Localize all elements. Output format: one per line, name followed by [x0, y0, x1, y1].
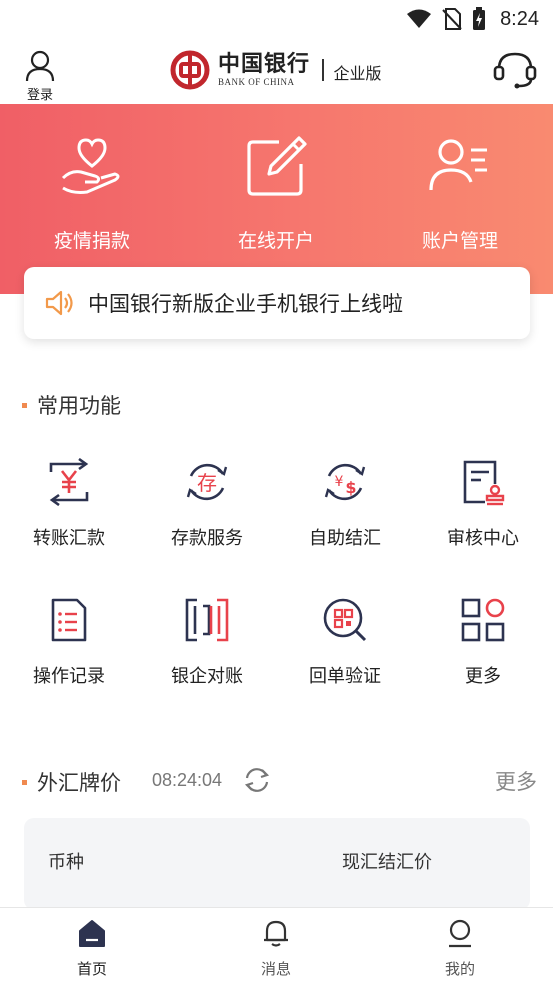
- svg-text:¥: ¥: [335, 474, 344, 490]
- section-marker: [22, 402, 27, 408]
- speaker-icon: [45, 290, 73, 316]
- func-receipt-verify[interactable]: 回单验证: [281, 596, 409, 688]
- announcement-bar[interactable]: 中国银行新版企业手机银行上线啦: [24, 267, 530, 339]
- func-self-exchange[interactable]: ¥ $ 自助结汇: [281, 458, 409, 550]
- status-time: 8:24: [500, 7, 539, 30]
- column-header-currency: 币种: [48, 852, 84, 873]
- section-marker: [22, 779, 27, 785]
- common-functions-heading: 常用功能: [22, 390, 121, 420]
- forex-more-link[interactable]: 更多: [495, 766, 537, 796]
- app-header: 登录 中国银行 BANK OF CHINA 企业版: [0, 38, 553, 104]
- bank-logo: 中国银行 BANK OF CHINA 企业版: [170, 50, 382, 90]
- reconcile-icon: [185, 598, 229, 642]
- hero-item-account-management[interactable]: 账户管理: [390, 132, 530, 253]
- hero-item-donation[interactable]: 疫情捐款: [22, 132, 162, 253]
- status-bar: 8:24: [0, 0, 553, 38]
- edit-icon: [247, 136, 307, 196]
- refresh-icon[interactable]: [243, 766, 271, 794]
- review-icon: [463, 460, 505, 506]
- bottom-nav: 首页 消息 我的: [0, 907, 553, 983]
- column-header-spot-rate: 现汇结汇价: [342, 852, 432, 873]
- nav-home[interactable]: 首页: [47, 918, 137, 979]
- heart-hand-icon: [61, 138, 120, 194]
- func-transfer[interactable]: 转账汇款: [5, 457, 133, 550]
- battery-icon: [473, 7, 486, 30]
- hero-item-open-account[interactable]: 在线开户: [206, 132, 346, 253]
- record-icon: [51, 598, 87, 642]
- forex-update-time: 08:24:04: [152, 770, 223, 790]
- section-title: 外汇牌价: [37, 771, 121, 795]
- func-more[interactable]: 更多: [419, 596, 547, 688]
- customer-service-button[interactable]: [493, 50, 537, 90]
- func-review-center[interactable]: 审核中心: [419, 458, 547, 550]
- nav-messages[interactable]: 消息: [231, 918, 321, 979]
- login-label: 登录: [26, 88, 53, 103]
- func-label: 审核中心: [447, 528, 519, 549]
- logo-english: BANK OF CHINA: [218, 77, 295, 87]
- profile-icon: [449, 919, 471, 948]
- nav-profile[interactable]: 我的: [415, 918, 505, 979]
- func-label: 操作记录: [33, 666, 105, 687]
- nav-label: 消息: [260, 960, 291, 978]
- edition-label: 企业版: [333, 64, 382, 83]
- func-label: 回单验证: [309, 666, 381, 687]
- hero-banner: 疫情捐款 在线开户 账户管理: [0, 104, 553, 294]
- user-list-icon: [429, 139, 487, 191]
- func-deposit[interactable]: 存 存款服务: [143, 458, 271, 550]
- func-label: 存款服务: [171, 528, 243, 549]
- deposit-icon: 存: [186, 463, 228, 501]
- user-icon: [25, 50, 55, 82]
- more-grid-icon: [461, 598, 505, 642]
- forex-table: 币种 现汇结汇价: [24, 818, 530, 910]
- nav-label: 首页: [76, 960, 107, 978]
- logo-divider: [322, 59, 324, 81]
- headset-icon: [493, 52, 537, 89]
- func-label: 银企对账: [171, 666, 243, 687]
- nav-label: 我的: [444, 960, 475, 978]
- forex-heading: 外汇牌价: [22, 767, 121, 797]
- login-button[interactable]: 登录: [18, 48, 62, 103]
- announcement-text: 中国银行新版企业手机银行上线啦: [88, 292, 403, 316]
- no-sim-icon: [442, 8, 462, 30]
- hero-label: 在线开户: [237, 230, 314, 252]
- logo-chinese: 中国银行: [218, 51, 311, 77]
- func-label: 转账汇款: [33, 528, 105, 549]
- hero-label: 疫情捐款: [53, 230, 130, 252]
- section-title: 常用功能: [37, 394, 121, 418]
- hero-label: 账户管理: [421, 230, 498, 252]
- bank-of-china-logo-icon: [170, 50, 210, 90]
- bell-icon: [264, 920, 288, 947]
- func-label: 自助结汇: [309, 528, 381, 549]
- home-icon: [79, 920, 105, 947]
- svg-text:存: 存: [197, 471, 217, 495]
- transfer-icon: [49, 457, 89, 507]
- exchange-icon: ¥ $: [324, 463, 366, 501]
- wifi-icon: [407, 9, 432, 28]
- func-operation-record[interactable]: 操作记录: [5, 596, 133, 688]
- svg-text:$: $: [345, 478, 356, 497]
- func-label: 更多: [465, 666, 501, 687]
- func-reconcile[interactable]: 银企对账: [143, 596, 271, 688]
- receipt-verify-icon: [323, 598, 367, 642]
